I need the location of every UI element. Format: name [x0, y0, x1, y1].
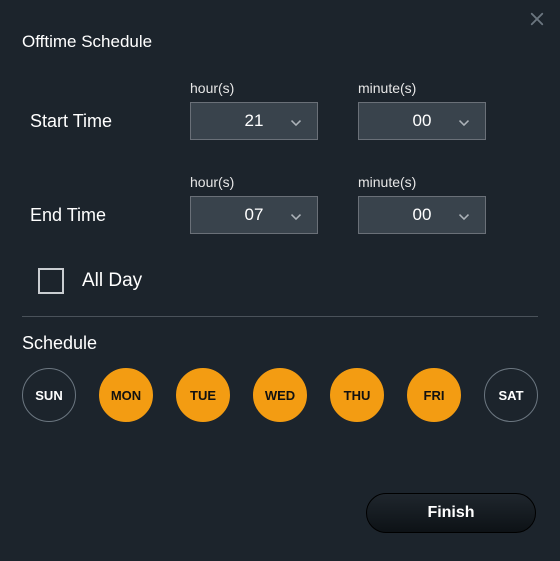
start-minute-select[interactable]: 00 [358, 102, 486, 140]
start-time-label: Start Time [30, 111, 190, 140]
chevron-down-icon [287, 208, 305, 226]
day-thu[interactable]: THU [330, 368, 384, 422]
start-hour-select[interactable]: 21 [190, 102, 318, 140]
dialog-title: Offtime Schedule [0, 0, 560, 52]
all-day-checkbox[interactable] [38, 268, 64, 294]
end-minute-select[interactable]: 00 [358, 196, 486, 234]
finish-wrap: Finish [366, 493, 536, 533]
all-day-label: All Day [82, 270, 142, 292]
chevron-down-icon [455, 208, 473, 226]
all-day-row: All Day [30, 268, 530, 312]
chevron-down-icon [455, 114, 473, 132]
end-time-row: End Time hour(s) 07 minute(s) 00 [30, 174, 530, 234]
end-hour-select[interactable]: 07 [190, 196, 318, 234]
start-hour-field: hour(s) 21 [190, 80, 318, 140]
chevron-down-icon [287, 114, 305, 132]
close-icon[interactable] [528, 10, 546, 28]
start-time-row: Start Time hour(s) 21 minute(s) 00 [30, 80, 530, 140]
day-wed[interactable]: WED [253, 368, 307, 422]
end-hour-field: hour(s) 07 [190, 174, 318, 234]
minutes-label: minute(s) [358, 174, 486, 190]
hours-label: hour(s) [190, 80, 318, 96]
end-time-label: End Time [30, 205, 190, 234]
time-form: Start Time hour(s) 21 minute(s) 00 End T… [0, 52, 560, 312]
day-tue[interactable]: TUE [176, 368, 230, 422]
start-minute-field: minute(s) 00 [358, 80, 486, 140]
day-picker: SUN MON TUE WED THU FRI SAT [0, 368, 560, 422]
hours-label: hour(s) [190, 174, 318, 190]
minutes-label: minute(s) [358, 80, 486, 96]
schedule-heading: Schedule [0, 317, 560, 368]
end-minute-field: minute(s) 00 [358, 174, 486, 234]
day-mon[interactable]: MON [99, 368, 153, 422]
day-sun[interactable]: SUN [22, 368, 76, 422]
day-sat[interactable]: SAT [484, 368, 538, 422]
day-fri[interactable]: FRI [407, 368, 461, 422]
finish-button[interactable]: Finish [366, 493, 536, 533]
